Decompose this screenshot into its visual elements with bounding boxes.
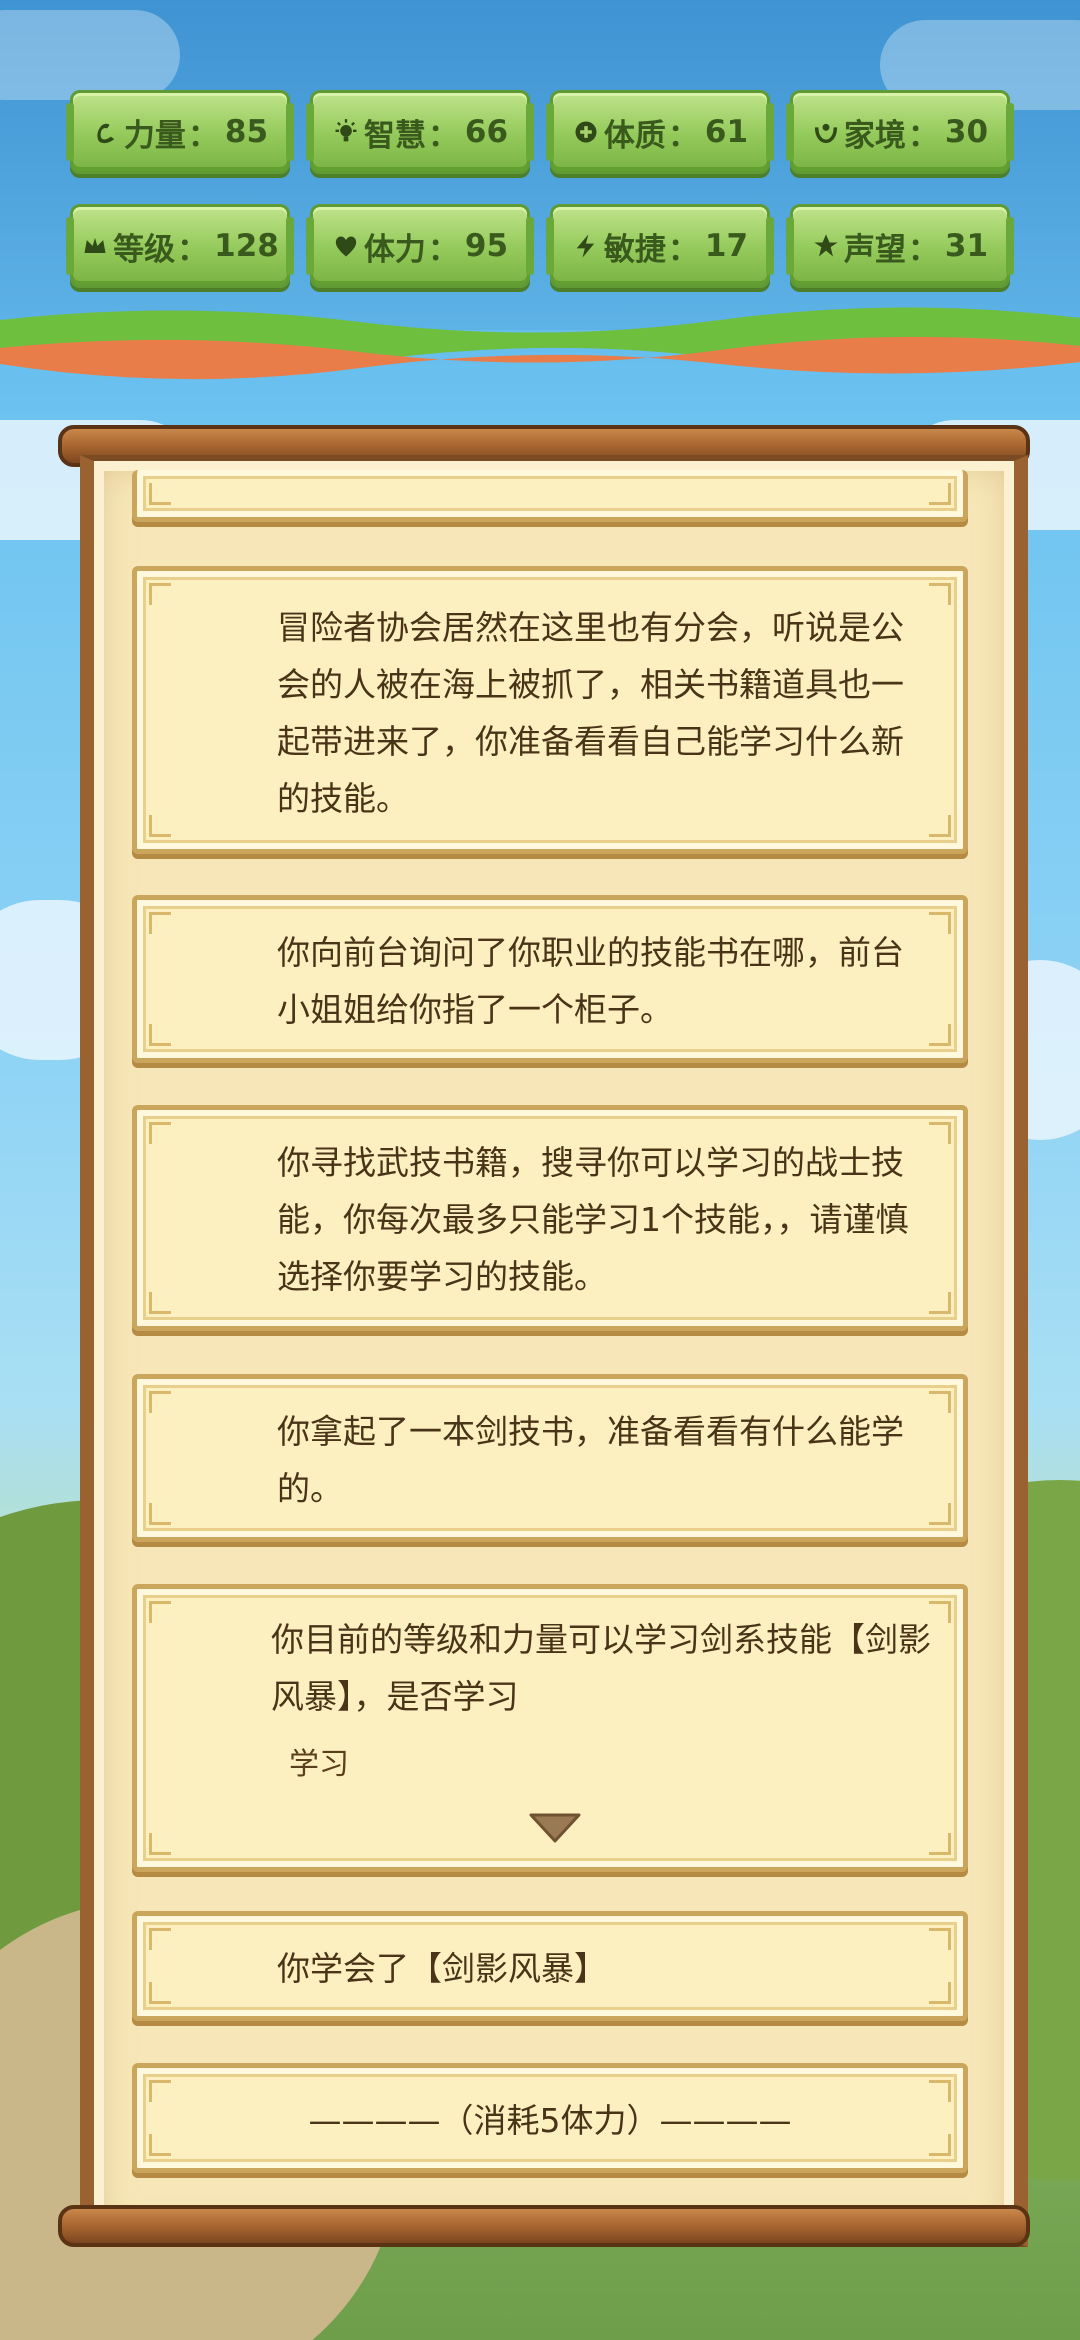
star-icon xyxy=(814,234,838,257)
stat-separator: ： xyxy=(667,231,699,268)
stat-label: 声望 xyxy=(843,231,906,268)
story-card-partial xyxy=(132,470,968,522)
crown-icon xyxy=(84,237,106,253)
stat-label: 力量 xyxy=(123,117,186,154)
stat-agility: 敏捷： 17 xyxy=(546,204,774,288)
game-scene: 力量： 85 智慧： 66 体质： 61 家境： 30 等级： 128 体力： 95 xyxy=(0,0,1080,2340)
story-message: 你拿起了一本剑技书，准备看看有什么能学的。 xyxy=(277,1412,904,1508)
heart-icon xyxy=(335,236,357,257)
cloud-decoration xyxy=(0,10,180,100)
story-message: 你学会了【剑影风暴】 xyxy=(277,1949,607,1988)
stat-value: 128 xyxy=(214,228,279,264)
story-card: ————（消耗5体力）———— xyxy=(132,2063,968,2173)
story-message: 你向前台询问了你职业的技能书在哪，前台小姐姐给你指了一个柜子。 xyxy=(277,933,904,1029)
stat-value: 61 xyxy=(704,114,749,150)
stat-value: 30 xyxy=(944,114,989,150)
stat-value: 66 xyxy=(464,114,509,150)
stat-separator: ： xyxy=(907,117,939,154)
stat-separator: ： xyxy=(427,117,459,154)
stat-reputation: 声望： 31 xyxy=(786,204,1014,288)
stats-grid: 力量： 85 智慧： 66 体质： 61 家境： 30 等级： 128 体力： 95 xyxy=(66,90,1014,288)
stat-constitution: 体质： 61 xyxy=(546,90,774,174)
story-card: 你学会了【剑影风暴】 xyxy=(132,1911,968,2021)
stat-value: 95 xyxy=(464,228,509,264)
stat-level: 等级： 128 xyxy=(66,204,294,288)
story-card: 你寻找武技书籍，搜寻你可以学习的战士技能，你每次最多只能学习1个技能，，请谨慎选… xyxy=(132,1105,968,1331)
stat-value: 17 xyxy=(704,228,749,264)
stat-label: 敏捷 xyxy=(603,231,666,268)
learn-choice-button[interactable]: 学习 xyxy=(289,1739,349,1783)
stat-strength: 力量： 85 xyxy=(66,90,294,174)
muscle-icon xyxy=(97,123,115,144)
story-message: 你寻找武技书籍，搜寻你可以学习的战士技能，你每次最多只能学习1个技能，，请谨慎选… xyxy=(277,1143,909,1296)
stat-value: 85 xyxy=(224,114,269,150)
story-card: 你拿起了一本剑技书，准备看看有什么能学的。 xyxy=(132,1374,968,1542)
story-message: 你目前的等级和力量可以学习剑系技能【剑影风暴】，是否学习 xyxy=(271,1620,931,1716)
stat-label: 体质 xyxy=(603,117,666,154)
stat-label: 家境 xyxy=(843,117,906,154)
grass-divider xyxy=(0,307,1080,380)
stamina-cost-line: ————（消耗5体力）———— xyxy=(308,2101,792,2140)
story-message: 冒险者协会居然在这里也有分会，听说是公会的人被在海上被抓了，相关书籍道具也一起带… xyxy=(277,608,904,818)
stat-label: 智慧 xyxy=(363,117,426,154)
story-card: 你向前台询问了你职业的技能书在哪，前台小姐姐给你指了一个柜子。 xyxy=(132,895,968,1063)
lightning-icon xyxy=(576,234,595,258)
story-choice-card: 你目前的等级和力量可以学习剑系技能【剑影风暴】，是否学习 学习 xyxy=(132,1584,968,1872)
stat-separator: ： xyxy=(177,231,209,268)
family-icon xyxy=(814,123,838,144)
stat-separator: ： xyxy=(667,117,699,154)
bulb-icon xyxy=(335,119,357,142)
health-icon xyxy=(575,121,597,143)
stat-separator: ： xyxy=(427,231,459,268)
stat-separator: ： xyxy=(907,231,939,268)
stats-header: 力量： 85 智慧： 66 体质： 61 家境： 30 等级： 128 体力： 95 xyxy=(0,0,1080,330)
stat-label: 等级 xyxy=(113,231,176,268)
stat-stamina: 体力： 95 xyxy=(306,204,534,288)
scroll-rod-bottom xyxy=(58,2205,1030,2247)
stat-family: 家境： 30 xyxy=(786,90,1014,174)
stat-value: 31 xyxy=(944,228,989,264)
stat-label: 体力 xyxy=(363,231,426,268)
story-card: 冒险者协会居然在这里也有分会，听说是公会的人被在海上被抓了，相关书籍道具也一起带… xyxy=(132,566,968,854)
stat-separator: ： xyxy=(187,117,219,154)
stat-wisdom: 智慧： 66 xyxy=(306,90,534,174)
expand-arrow-icon[interactable] xyxy=(527,1811,583,1845)
